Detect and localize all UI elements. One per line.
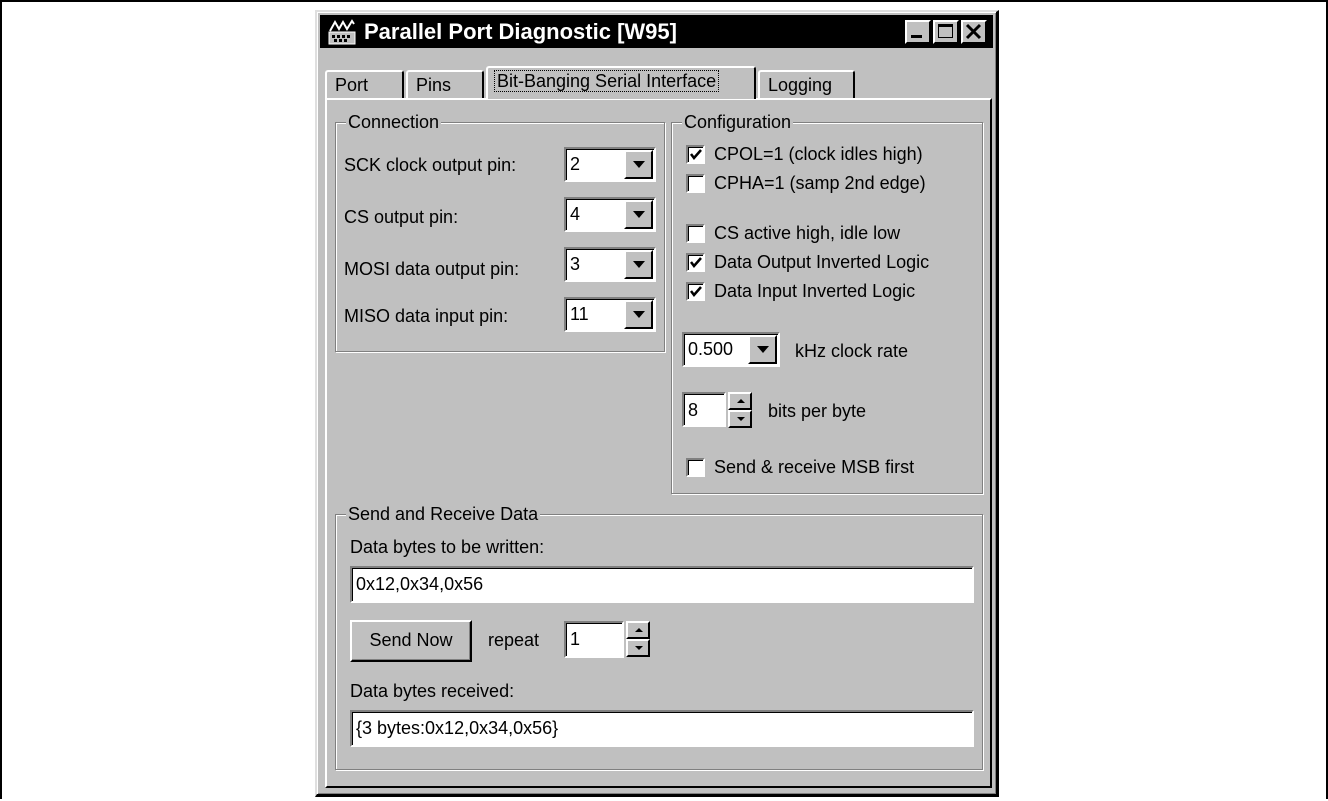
bits-per-byte-label: bits per byte xyxy=(768,401,867,421)
spin-down-icon xyxy=(737,417,745,421)
parallel-port-icon xyxy=(328,19,356,45)
minimize-button[interactable] xyxy=(905,20,931,44)
send-receive-group: Send and Receive Data Data bytes to be w… xyxy=(335,503,983,770)
sck-dropdown-button[interactable] xyxy=(624,150,653,179)
maximize-icon xyxy=(938,24,953,38)
cpha-checkbox[interactable] xyxy=(686,174,705,193)
cs-dropdown-button[interactable] xyxy=(624,200,653,229)
tab-label: Port xyxy=(335,75,369,95)
tab-label: Bit-Banging Serial Interface xyxy=(494,70,720,92)
chevron-down-icon xyxy=(757,346,769,353)
sck-pin-select[interactable]: 2 xyxy=(564,147,656,182)
miso-label: MISO data input pin: xyxy=(344,306,509,326)
clock-rate-label: kHz clock rate xyxy=(795,341,909,361)
configuration-title: Configuration xyxy=(682,111,794,133)
bits-per-byte-input[interactable]: 8 xyxy=(682,392,726,427)
mosi-pin-select[interactable]: 3 xyxy=(564,247,656,282)
received-label: Data bytes received: xyxy=(350,681,515,701)
data-output-inverted-label: Data Output Inverted Logic xyxy=(714,252,930,272)
configuration-group: Configuration CPOL=1 (clock idles high) … xyxy=(671,111,983,494)
spin-down-icon xyxy=(635,646,643,650)
bits-per-byte-spinner[interactable] xyxy=(728,392,752,428)
checkmark-icon xyxy=(690,257,702,268)
msb-first-label: Send & receive MSB first xyxy=(714,457,915,477)
data-received-value: {3 bytes:0x12,0x34,0x56} xyxy=(356,718,559,738)
connection-title: Connection xyxy=(346,111,442,133)
cs-active-high-checkbox[interactable] xyxy=(686,224,705,243)
tab-bit-banging-serial-interface[interactable]: Bit-Banging Serial Interface xyxy=(486,66,756,99)
clock-rate-dropdown-button[interactable] xyxy=(748,335,777,364)
spin-up-icon xyxy=(635,628,643,632)
mosi-dropdown-button[interactable] xyxy=(624,250,653,279)
checkmark-icon xyxy=(690,149,702,160)
data-input-inverted-label: Data Input Inverted Logic xyxy=(714,281,916,301)
repeat-label: repeat xyxy=(488,630,540,650)
miso-dropdown-button[interactable] xyxy=(624,300,653,329)
chevron-down-icon xyxy=(633,211,645,218)
bits-up-button[interactable] xyxy=(728,392,752,410)
cpol-checkbox[interactable] xyxy=(686,145,705,164)
connection-group: Connection SCK clock output pin: 2 CS ou… xyxy=(335,111,665,352)
clock-rate-select[interactable]: 0.500 xyxy=(682,332,780,367)
tab-pins[interactable]: Pins xyxy=(406,70,484,98)
window-title: Parallel Port Diagnostic [W95] xyxy=(364,19,677,44)
repeat-down-button[interactable] xyxy=(626,639,650,657)
send-receive-title: Send and Receive Data xyxy=(346,503,541,525)
data-output-inverted-checkbox[interactable] xyxy=(686,253,705,272)
data-to-write-value: 0x12,0x34,0x56 xyxy=(356,574,484,594)
tab-label: Pins xyxy=(416,75,452,95)
sck-label: SCK clock output pin: xyxy=(344,155,517,175)
chevron-down-icon xyxy=(633,311,645,318)
repeat-up-button[interactable] xyxy=(626,621,650,639)
title-bar[interactable]: Parallel Port Diagnostic [W95] xyxy=(320,15,993,48)
checkmark-icon xyxy=(690,286,702,297)
repeat-input[interactable]: 1 xyxy=(564,621,624,658)
cpol-label: CPOL=1 (clock idles high) xyxy=(714,144,923,164)
tab-panel: Connection SCK clock output pin: 2 CS ou… xyxy=(325,98,992,788)
msb-first-checkbox[interactable] xyxy=(686,458,705,477)
bits-down-button[interactable] xyxy=(728,410,752,428)
repeat-value: 1 xyxy=(570,629,581,649)
spin-up-icon xyxy=(737,399,745,403)
cs-pin-select[interactable]: 4 xyxy=(564,197,656,232)
data-received-output[interactable]: {3 bytes:0x12,0x34,0x56} xyxy=(350,710,974,747)
tab-label: Logging xyxy=(768,75,833,95)
miso-pin-value: 11 xyxy=(570,304,589,324)
chevron-down-icon xyxy=(633,261,645,268)
cs-active-high-label: CS active high, idle low xyxy=(714,223,901,243)
cpha-label: CPHA=1 (samp 2nd edge) xyxy=(714,173,926,193)
tab-port[interactable]: Port xyxy=(325,70,404,98)
close-icon xyxy=(965,23,982,40)
data-to-write-input[interactable]: 0x12,0x34,0x56 xyxy=(350,566,974,603)
clock-rate-value: 0.500 xyxy=(688,339,734,359)
send-now-button[interactable]: Send Now xyxy=(350,620,472,662)
sck-pin-value: 2 xyxy=(570,154,581,174)
repeat-spinner[interactable] xyxy=(626,621,650,657)
maximize-button[interactable] xyxy=(933,20,959,44)
cs-label: CS output pin: xyxy=(344,207,459,227)
close-button[interactable] xyxy=(961,20,987,44)
minimize-icon xyxy=(911,35,922,38)
write-label: Data bytes to be written: xyxy=(350,537,545,557)
chevron-down-icon xyxy=(633,161,645,168)
bits-per-byte-value: 8 xyxy=(688,400,699,420)
app-window: Parallel Port Diagnostic [W95] Port Pins… xyxy=(315,10,999,797)
mosi-pin-value: 3 xyxy=(570,254,581,274)
tab-logging[interactable]: Logging xyxy=(758,70,855,98)
data-input-inverted-checkbox[interactable] xyxy=(686,282,705,301)
miso-pin-select[interactable]: 11 xyxy=(564,297,656,332)
mosi-label: MOSI data output pin: xyxy=(344,259,520,279)
cs-pin-value: 4 xyxy=(570,204,581,224)
